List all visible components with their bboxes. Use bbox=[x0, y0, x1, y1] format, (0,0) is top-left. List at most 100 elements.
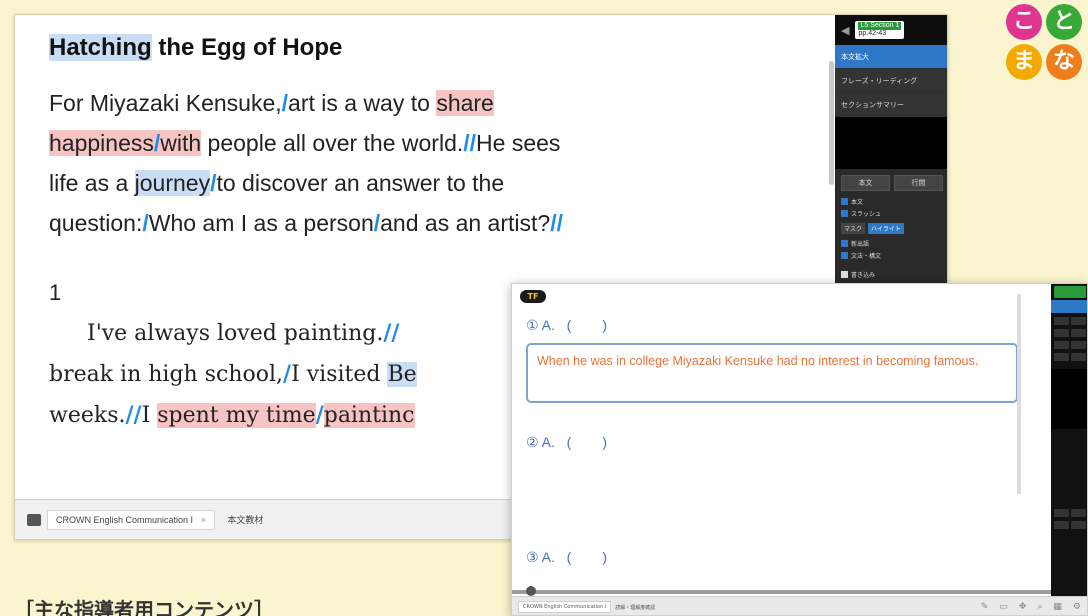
tab-honbun[interactable]: 本文教材 bbox=[219, 509, 271, 530]
checkbox-icon bbox=[841, 198, 848, 205]
checkbox-icon bbox=[841, 252, 848, 259]
true-false-icon: TF bbox=[520, 290, 546, 303]
sentence-slash: // bbox=[125, 402, 142, 428]
line-spacing-button[interactable]: 行間 bbox=[894, 175, 943, 191]
paragraph-intro: For Miyazaki Kensuke,/art is a way to sh… bbox=[49, 83, 835, 243]
checkbox-label: 文法・構文 bbox=[851, 253, 882, 260]
text-span: life as a bbox=[49, 170, 135, 196]
panel-cell[interactable] bbox=[1054, 317, 1069, 325]
lesson-title: Hatching the Egg of Hope bbox=[49, 31, 835, 65]
text-span: Who am I as a person bbox=[148, 210, 374, 236]
word-hatching[interactable]: Hatching bbox=[49, 34, 152, 61]
question-3[interactable]: ③ A. ( ) bbox=[526, 549, 607, 566]
logo-ko: こ bbox=[1006, 4, 1042, 40]
text-span: I've always loved painting. bbox=[87, 321, 384, 346]
settings-icon[interactable]: ⚙ bbox=[1073, 602, 1081, 612]
checkbox-icon bbox=[841, 271, 848, 278]
menu-item-phrase-reading[interactable]: フレーズ・リーディング bbox=[835, 69, 947, 93]
close-icon[interactable]: × bbox=[201, 515, 206, 525]
checkbox-label: 書き込み bbox=[851, 272, 876, 279]
panel-cell[interactable] bbox=[1054, 521, 1069, 529]
highlight-word-painting[interactable]: paintinc bbox=[323, 403, 415, 428]
panel-cell[interactable] bbox=[1054, 509, 1069, 517]
sentence-slash: // bbox=[550, 210, 563, 236]
text-span: people all over the world. bbox=[201, 130, 464, 156]
menu-item[interactable] bbox=[1051, 300, 1087, 313]
checkbox-label: スラッシュ bbox=[851, 211, 882, 218]
checkbox-notes[interactable]: 書き込み bbox=[841, 270, 943, 279]
true-false-window: TF ① A. ( ) When he was in college Miyaz… bbox=[511, 283, 1088, 616]
text-span: to discover an answer to the bbox=[216, 170, 505, 196]
progress-handle[interactable] bbox=[526, 586, 536, 596]
section-badge bbox=[1054, 286, 1086, 298]
text-span: break in high school, bbox=[49, 362, 284, 387]
answer-box: When he was in college Miyazaki Kensuke … bbox=[526, 343, 1018, 403]
menu-item-section-summary[interactable]: セクションサマリー bbox=[835, 93, 947, 117]
text-span: question: bbox=[49, 210, 143, 236]
question-1[interactable]: ① A. ( ) bbox=[526, 317, 607, 334]
window-icon[interactable] bbox=[27, 513, 41, 526]
tab-label: CROWN English Communication I bbox=[56, 514, 194, 525]
text-span: I visited bbox=[291, 362, 388, 387]
checkbox-text[interactable]: 本文 bbox=[841, 197, 943, 206]
panel-cell[interactable] bbox=[1071, 317, 1086, 325]
logo-ma: ま bbox=[1006, 44, 1042, 80]
vertical-scrollbar[interactable] bbox=[1017, 294, 1021, 494]
panel-cell[interactable] bbox=[1054, 341, 1069, 349]
logo-na: な bbox=[1046, 44, 1082, 80]
tab-crown[interactable]: CROWN English Communication I × bbox=[47, 509, 216, 530]
checkbox-icon bbox=[841, 240, 848, 247]
tab-reading-check[interactable]: 読解・理解度確認 bbox=[611, 602, 659, 613]
toolbar-icons: ✎ ▭ ✥ ⌕ ▦ ⚙ bbox=[981, 602, 1081, 612]
chevron-left-icon[interactable]: ◀ bbox=[841, 24, 849, 37]
eraser-icon[interactable]: ▭ bbox=[999, 602, 1008, 612]
tab-highlight[interactable]: ハイライト bbox=[868, 223, 904, 234]
highlight-word-share[interactable]: share bbox=[436, 90, 494, 116]
checkbox-icon bbox=[841, 210, 848, 217]
section-pages: pp.42-43 bbox=[858, 30, 887, 37]
highlight-phrase-spent[interactable]: spent my time bbox=[157, 403, 316, 428]
section-tag: L5 Section 1 bbox=[858, 22, 902, 30]
panel-cell[interactable] bbox=[1071, 341, 1086, 349]
text-span: art is a way to bbox=[288, 90, 437, 116]
logo-to: と bbox=[1046, 4, 1082, 40]
highlight-word-journey[interactable]: journey bbox=[134, 170, 211, 196]
checkbox-grammar[interactable]: 文法・構文 bbox=[841, 251, 943, 260]
panel-cell[interactable] bbox=[1071, 521, 1086, 529]
highlight-word-with[interactable]: with bbox=[160, 130, 202, 156]
panel-spacer bbox=[835, 117, 947, 169]
panel-header: ◀ L5 Section 1 pp.42-43 bbox=[835, 15, 947, 45]
text-button[interactable]: 本文 bbox=[841, 175, 890, 191]
tool-panel-mini bbox=[1051, 284, 1087, 596]
checkbox-new-words[interactable]: 新出語 bbox=[841, 239, 943, 248]
checkbox-label: 本文 bbox=[851, 199, 864, 206]
progress-track[interactable] bbox=[512, 590, 1052, 594]
sentence-slash: // bbox=[383, 320, 400, 346]
tab-mask[interactable]: マスク bbox=[841, 223, 866, 234]
bottom-tab-bar: CROWN English Communication I 読解・理解度確認 ✎… bbox=[512, 596, 1087, 615]
question-2[interactable]: ② A. ( ) bbox=[526, 434, 607, 451]
panel-cell[interactable] bbox=[1054, 329, 1069, 337]
text-span: For Miyazaki Kensuke, bbox=[49, 90, 282, 116]
panel-cell[interactable] bbox=[1071, 353, 1086, 361]
text-span: He sees bbox=[476, 130, 561, 156]
panel-cell[interactable] bbox=[1071, 509, 1086, 517]
lesson-title-rest: the Egg of Hope bbox=[151, 34, 343, 61]
vertical-scrollbar[interactable] bbox=[829, 61, 834, 185]
checkbox-label: 新出語 bbox=[851, 241, 870, 248]
zoom-icon[interactable]: ⌕ bbox=[1037, 602, 1042, 612]
menu-item-enlarge[interactable]: 本文拡大 bbox=[835, 45, 947, 69]
move-icon[interactable]: ✥ bbox=[1019, 602, 1027, 612]
phrase-slash: / bbox=[315, 402, 324, 428]
sentence-slash: // bbox=[463, 130, 477, 156]
panel-cell[interactable] bbox=[1054, 353, 1069, 361]
panel-spacer bbox=[1051, 369, 1087, 429]
highlight-word-happiness[interactable]: happiness bbox=[49, 130, 154, 156]
tab-crown[interactable]: CROWN English Communication I bbox=[518, 601, 612, 613]
pen-icon[interactable]: ✎ bbox=[981, 602, 989, 612]
grid-icon[interactable]: ▦ bbox=[1053, 602, 1062, 612]
phrase-slash: / bbox=[283, 361, 292, 387]
highlight-word-be[interactable]: Be bbox=[387, 362, 417, 387]
checkbox-slash[interactable]: スラッシュ bbox=[841, 209, 943, 218]
panel-cell[interactable] bbox=[1071, 329, 1086, 337]
